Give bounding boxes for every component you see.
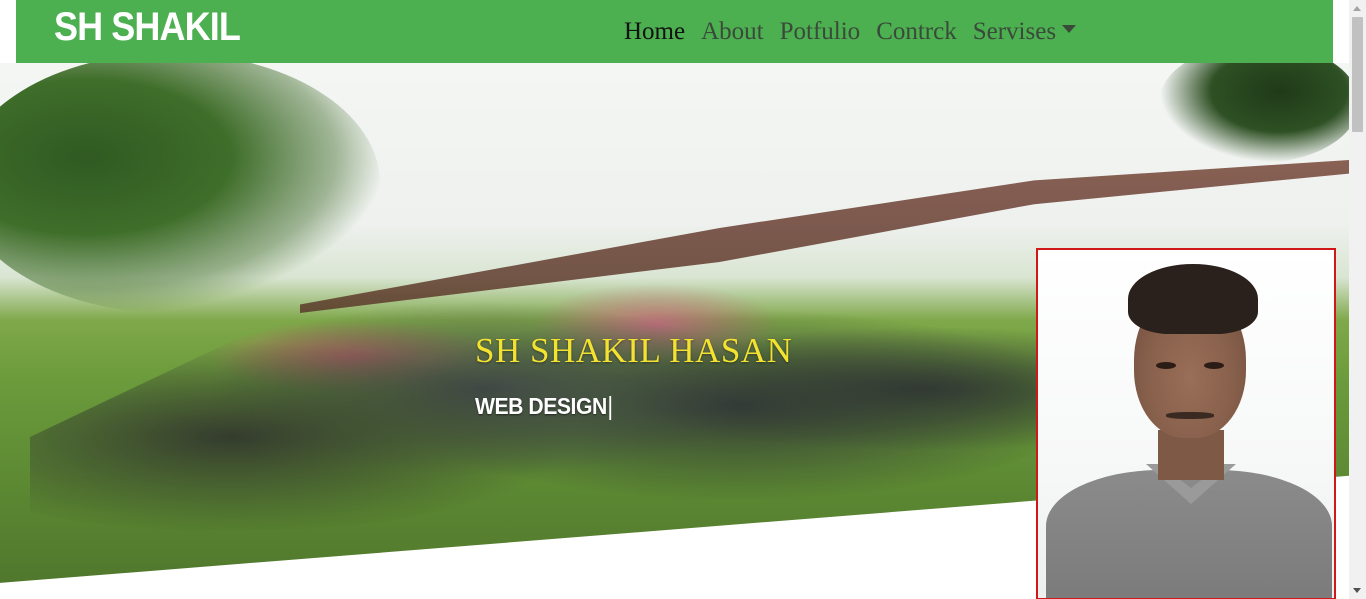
typing-cursor bbox=[609, 395, 612, 420]
profile-hair bbox=[1128, 264, 1258, 334]
scrollbar-thumb[interactable] bbox=[1352, 17, 1363, 132]
nav-about[interactable]: About bbox=[701, 18, 764, 46]
vertical-scrollbar[interactable] bbox=[1349, 0, 1366, 599]
profile-eye-right bbox=[1204, 362, 1224, 369]
scroll-up-arrow-icon[interactable] bbox=[1353, 6, 1361, 11]
tree-left bbox=[0, 63, 380, 313]
profile-mustache bbox=[1166, 412, 1214, 419]
caret-down-icon bbox=[1062, 25, 1077, 34]
profile-eye-left bbox=[1156, 362, 1176, 369]
nav-services-dropdown[interactable]: Servises bbox=[972, 18, 1077, 46]
hero-title: SH SHAKIL HASAN bbox=[475, 331, 793, 370]
navbar: SH SHAKIL Home About Potfulio Contrck Se… bbox=[16, 0, 1333, 63]
nav-menu: Home About Potfulio Contrck Servises bbox=[624, 14, 1092, 50]
tree-right bbox=[1159, 63, 1349, 163]
nav-services-label: Servises bbox=[972, 18, 1057, 45]
nav-home[interactable]: Home bbox=[624, 18, 685, 46]
scroll-down-arrow-icon[interactable] bbox=[1353, 588, 1361, 593]
nav-portfolio[interactable]: Potfulio bbox=[780, 18, 861, 46]
profile-photo bbox=[1036, 248, 1336, 599]
brand-logo[interactable]: SH SHAKIL bbox=[54, 4, 241, 50]
hero-subtitle: WEB DESIGN bbox=[475, 393, 612, 420]
typed-text: WEB DESIGN bbox=[475, 393, 607, 419]
nav-contact[interactable]: Contrck bbox=[876, 18, 957, 46]
